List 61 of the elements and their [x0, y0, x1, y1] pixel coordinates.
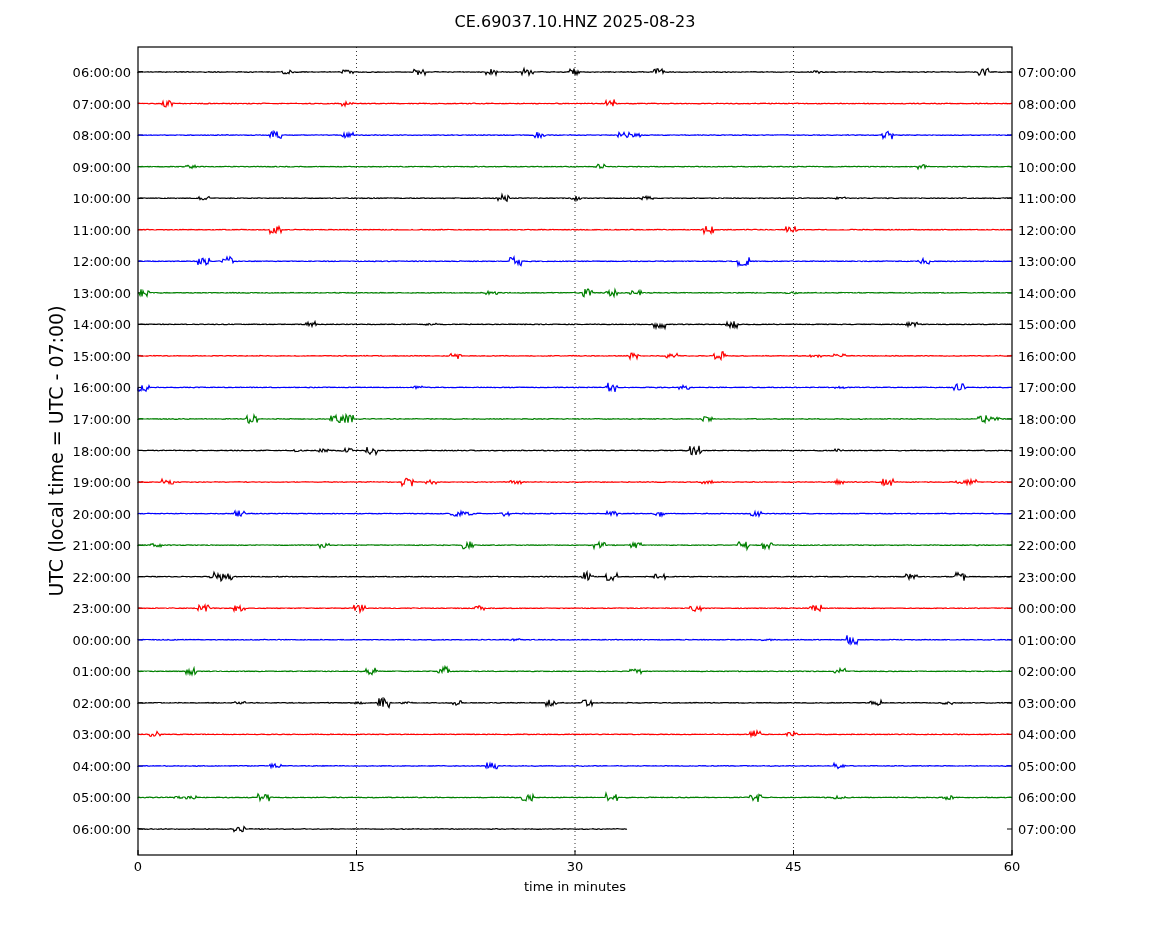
time-label: 14:00:00 [72, 317, 131, 333]
time-label: 04:00:00 [1018, 727, 1077, 743]
time-label: 12:00:00 [72, 254, 131, 270]
time-label: 07:00:00 [1018, 65, 1077, 80]
time-label: 17:00:00 [72, 411, 131, 427]
x-tick-mark [574, 849, 576, 856]
time-label: 06:00:00 [1018, 790, 1077, 806]
time-label: 23:00:00 [1018, 569, 1077, 585]
time-label: 09:00:00 [72, 159, 131, 175]
time-label: 15:00:00 [72, 348, 131, 364]
time-label: 03:00:00 [1018, 695, 1077, 711]
time-label: 02:00:00 [1018, 664, 1077, 680]
time-label: 16:00:00 [72, 380, 131, 396]
time-label: 17:00:00 [1018, 380, 1077, 396]
time-label: 18:00:00 [1018, 411, 1077, 427]
x-tick-label: 15 [348, 859, 365, 874]
time-label: 07:00:00 [1018, 822, 1077, 837]
time-label: 22:00:00 [1018, 538, 1077, 554]
time-label: 06:00:00 [72, 822, 131, 837]
time-label: 08:00:00 [1018, 96, 1077, 112]
time-label: 09:00:00 [1018, 128, 1077, 144]
time-label: 05:00:00 [1018, 758, 1077, 774]
time-label: 04:00:00 [72, 758, 131, 774]
time-label: 11:00:00 [1018, 191, 1077, 207]
time-label: 20:00:00 [1018, 475, 1077, 491]
time-label: 02:00:00 [72, 695, 131, 711]
time-label: 11:00:00 [72, 222, 131, 238]
time-label: 14:00:00 [1018, 285, 1077, 301]
time-label: 20:00:00 [72, 506, 131, 522]
x-tick-label: 45 [785, 859, 802, 874]
time-label: 16:00:00 [1018, 348, 1077, 364]
time-label: 21:00:00 [1018, 506, 1077, 522]
y-axis-label: UTC (local time = UTC - 07:00) [45, 305, 67, 597]
x-axis-label: time in minutes [523, 879, 627, 894]
x-tick-mark [793, 849, 794, 856]
time-label: 15:00:00 [1018, 317, 1077, 333]
time-label: 10:00:00 [1018, 159, 1077, 175]
time-label: 13:00:00 [72, 285, 131, 301]
time-label: 06:00:00 [72, 65, 131, 80]
time-label: 00:00:00 [1018, 601, 1077, 617]
time-label: 03:00:00 [72, 727, 131, 743]
x-tick-mark [356, 849, 357, 856]
time-label: 10:00:00 [72, 191, 131, 207]
chart-title: CE.69037.10.HNZ 2025-08-23 [454, 12, 696, 31]
x-tick-label: 60 [1003, 859, 1021, 874]
x-tick-label: 30 [566, 859, 584, 874]
time-label: 18:00:00 [72, 443, 131, 459]
time-label: 05:00:00 [72, 790, 131, 806]
time-label: 22:00:00 [72, 569, 131, 585]
time-label: 01:00:00 [72, 664, 131, 680]
time-label: 12:00:00 [1018, 222, 1077, 238]
time-label: 00:00:00 [72, 632, 131, 648]
time-label: 19:00:00 [1018, 443, 1077, 459]
time-label: 13:00:00 [1018, 254, 1077, 270]
x-tick-label: 0 [133, 859, 143, 874]
time-label: 01:00:00 [1018, 632, 1077, 648]
time-label: 21:00:00 [72, 538, 131, 554]
time-label: 08:00:00 [72, 128, 131, 144]
time-label: 23:00:00 [72, 601, 131, 617]
time-label: 07:00:00 [72, 96, 131, 112]
time-label: 19:00:00 [72, 475, 131, 491]
